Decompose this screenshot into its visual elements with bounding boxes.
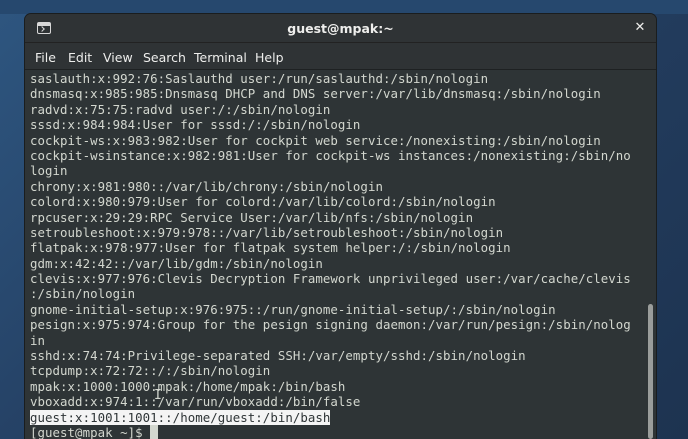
terminal-lines: saslauth:x:992:76:Saslauthd user:/run/sa… [30,71,645,439]
terminal-line: flatpak:x:978:977:User for flatpak syste… [30,240,511,256]
menu-terminal[interactable]: Terminal [194,50,247,65]
terminal-line: in [30,332,46,348]
menu-file[interactable]: File [35,50,56,65]
terminal-line: colord:x:980:979:User for colord:/var/li… [30,194,496,210]
terminal-line: login [30,163,68,179]
close-button[interactable]: ✕ [630,18,650,38]
scrollbar-thumb[interactable] [648,304,653,439]
terminal-line: sshd:x:74:74:Privilege-separated SSH:/va… [30,348,526,364]
terminal-line: clevis:x:977:976:Clevis Decryption Frame… [30,271,631,287]
terminal-line: mpak:x:1000:1000:mpak:/home/mpak:/bin/ba… [30,378,346,394]
prompt-line[interactable]: [guest@mpak ~]$ [30,424,645,439]
menu-view[interactable]: View [103,50,133,65]
terminal-line: sssd:x:984:984:User for sssd:/:/sbin/nol… [30,117,361,133]
terminal-line: dnsmasq:x:985:985:Dnsmasq DHCP and DNS s… [30,86,601,102]
title-bar[interactable]: guest@mpak:~ ✕ [25,14,656,43]
top-bar [0,0,688,14]
terminal-window: guest@mpak:~ ✕ File Edit View Search Ter… [25,14,656,439]
terminal-line: pesign:x:975:974:Group for the pesign si… [30,317,631,333]
terminal-line: :/sbin/nologin [30,286,136,302]
terminal-line: vboxadd:x:974:1::/var/run/vboxadd:/bin/f… [30,394,361,410]
text-cursor [150,424,159,439]
menu-edit[interactable]: Edit [68,50,92,65]
terminal-line: cockpit-wsinstance:x:982:981:User for co… [30,147,631,163]
menu-search[interactable]: Search [143,50,186,65]
terminal-line: rpcuser:x:29:29:RPC Service User:/var/li… [30,209,474,225]
terminal-line: tcpdump:x:72:72::/:/sbin/nologin [30,363,271,379]
terminal-line: setroubleshoot:x:979:978::/var/lib/setro… [30,224,504,240]
selected-terminal-line[interactable]: guest:x:1001:1001::/home/guest:/bin/bash [30,409,645,425]
window-title: guest@mpak:~ [287,21,394,36]
i-beam-cursor-icon: I [154,388,162,403]
terminal-output[interactable]: saslauth:x:992:76:Saslauthd user:/run/sa… [25,70,656,439]
terminal-line: radvd:x:75:75:radvd user:/:/sbin/nologin [30,101,331,117]
menu-help[interactable]: Help [255,50,284,65]
terminal-line: gnome-initial-setup:x:976:975::/run/gnom… [30,301,556,317]
menu-bar: File Edit View Search Terminal Help [25,43,656,70]
terminal-line: saslauth:x:992:76:Saslauthd user:/run/sa… [30,71,489,86]
shell-prompt: [guest@mpak ~]$ [30,424,151,439]
selected-text: guest:x:1001:1001::/home/guest:/bin/bash [30,409,331,425]
terminal-line: chrony:x:981:980::/var/lib/chrony:/sbin/… [30,178,383,194]
terminal-line: cockpit-ws:x:983:982:User for cockpit we… [30,132,601,148]
scrollbar[interactable] [645,70,656,439]
terminal-line: gdm:x:42:42::/var/lib/gdm:/sbin/nologin [30,255,323,271]
